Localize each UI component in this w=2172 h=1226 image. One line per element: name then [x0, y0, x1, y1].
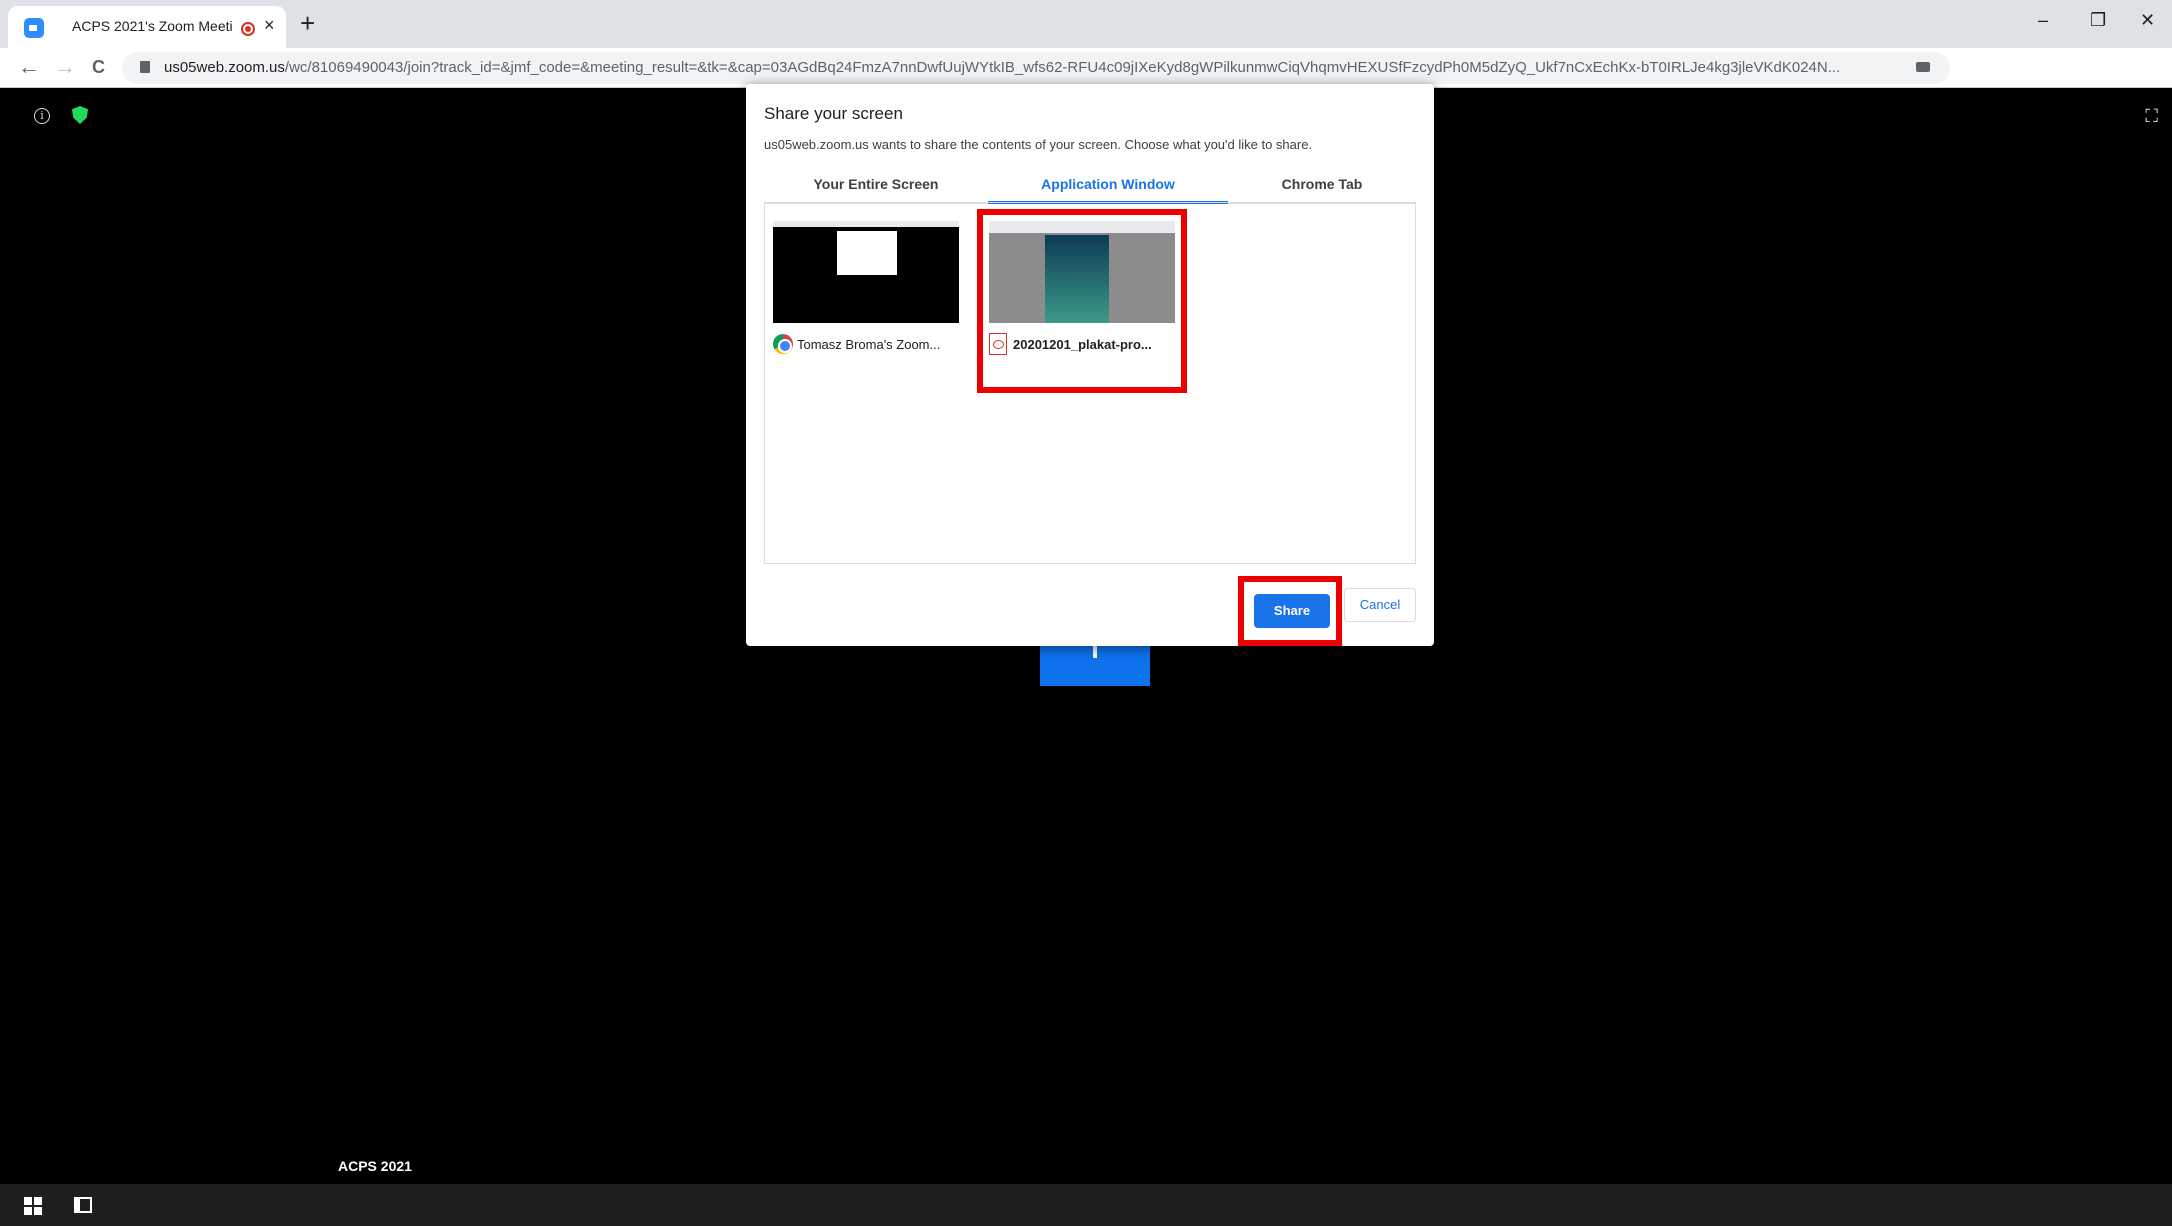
tab-application-window[interactable]: Application Window — [988, 164, 1228, 204]
url-text[interactable]: us05web.zoom.us/wc/81069490043/join?trac… — [164, 59, 1904, 76]
window-option-label: Tomasz Broma's Zoom... — [773, 333, 963, 355]
share-screen-dialog: Share your screen us05web.zoom.us wants … — [746, 84, 1434, 646]
tab-close-icon[interactable]: × — [264, 15, 275, 36]
window-option-text: Tomasz Broma's Zoom... — [797, 336, 941, 352]
forward-button[interactable]: → — [54, 54, 76, 80]
windows-start-icon[interactable] — [24, 1197, 42, 1215]
fullscreen-icon[interactable]: ⛶ — [2145, 106, 2158, 127]
chrome-icon — [773, 334, 793, 354]
camera-icon[interactable] — [1916, 62, 1930, 72]
browser-tab-zoom[interactable]: ACPS 2021's Zoom Meeting × — [8, 6, 286, 48]
pdf-icon — [989, 333, 1007, 355]
window-option-zoom[interactable]: Tomasz Broma's Zoom... — [773, 221, 963, 355]
window-thumbnail[interactable] — [989, 221, 1175, 323]
dialog-title: Share your screen — [764, 104, 903, 123]
dialog-tabs: Your Entire Screen Application Window Ch… — [764, 164, 1416, 204]
restore-button[interactable]: ❐ — [2090, 10, 2106, 31]
close-window-button[interactable]: ✕ — [2140, 10, 2155, 31]
new-tab-button[interactable]: + — [300, 8, 315, 39]
tab-title: ACPS 2021's Zoom Meeting — [72, 18, 232, 34]
tab-entire-screen[interactable]: Your Entire Screen — [764, 164, 988, 204]
omnibox[interactable]: us05web.zoom.us/wc/81069490043/join?trac… — [122, 52, 1950, 84]
tab-chrome-tab[interactable]: Chrome Tab — [1228, 164, 1416, 204]
cancel-button[interactable]: Cancel — [1344, 588, 1416, 622]
task-view-icon[interactable] — [74, 1197, 92, 1213]
window-option-text: 20201201_plakat-pro... — [1013, 336, 1152, 352]
dialog-subtitle: us05web.zoom.us wants to share the conte… — [764, 137, 1313, 152]
share-button[interactable]: Share — [1254, 594, 1330, 628]
recording-icon — [241, 22, 255, 36]
meeting-name-label: ACPS 2021 — [338, 1158, 412, 1174]
info-icon[interactable]: i — [34, 108, 50, 124]
lock-icon[interactable] — [140, 61, 150, 73]
shield-icon[interactable] — [72, 106, 88, 124]
back-button[interactable]: ← — [18, 54, 40, 80]
share-screen-placeholder — [1040, 642, 1150, 686]
zoom-favicon-icon — [24, 18, 44, 38]
address-bar: ← → C us05web.zoom.us/wc/81069490043/joi… — [0, 48, 2172, 88]
reload-button[interactable]: C — [92, 57, 105, 78]
browser-tabstrip: ACPS 2021's Zoom Meeting × + – ❐ ✕ — [0, 0, 2172, 48]
url-host: us05web.zoom.us — [164, 59, 285, 76]
window-thumbnail[interactable] — [773, 221, 959, 323]
minimize-button[interactable]: – — [2038, 10, 2048, 31]
url-path: /wc/81069490043/join?track_id=&jmf_code=… — [284, 59, 1841, 76]
taskbar — [0, 1184, 2172, 1226]
share-highlight: Share — [1238, 576, 1342, 646]
window-list-panel: Tomasz Broma's Zoom... 20201201_plakat-p… — [764, 202, 1416, 564]
window-option-label: 20201201_plakat-pro... — [989, 333, 1175, 355]
window-option-pdf[interactable]: 20201201_plakat-pro... — [977, 209, 1187, 393]
